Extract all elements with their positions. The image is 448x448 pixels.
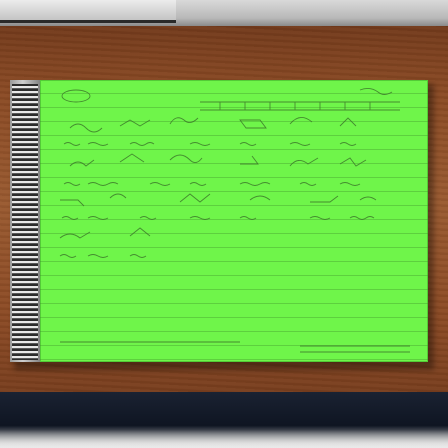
photo-scene	[0, 0, 448, 448]
top-object-edge	[0, 0, 176, 23]
spiral-coil	[12, 84, 38, 360]
handwriting-scribbles	[59, 87, 410, 353]
floor-light	[0, 430, 448, 448]
notebook-page	[40, 80, 428, 362]
